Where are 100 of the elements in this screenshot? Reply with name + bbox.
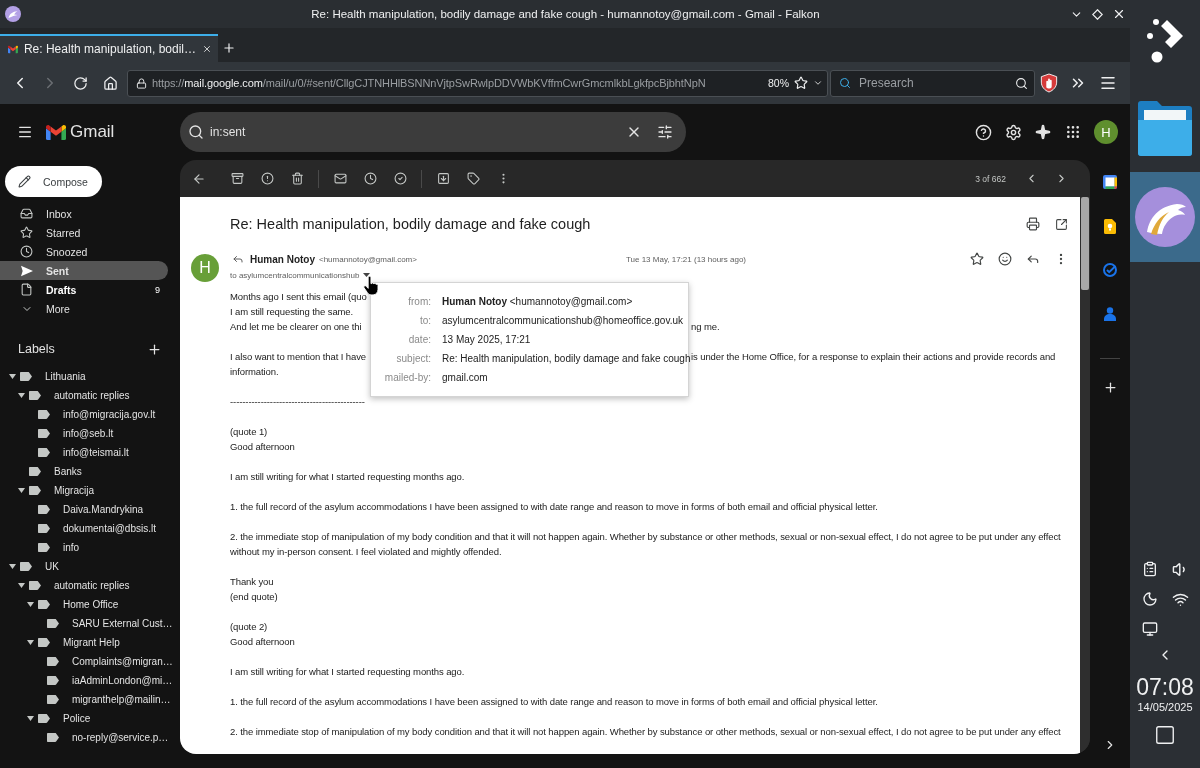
plus-icon[interactable]	[147, 341, 162, 357]
shield-icon[interactable]	[1040, 73, 1058, 93]
box-arrow-down-icon[interactable]	[436, 172, 450, 185]
plus-icon[interactable]	[1102, 379, 1118, 395]
clock-icon[interactable]	[363, 172, 377, 185]
sidebar-label[interactable]: info	[38, 538, 80, 557]
address-field[interactable]: https://mail.google.com/mail/u/0/#sent/CllgCJTNHHlBSNNnVjtpSwRwlpDDVWbKVffmCwrGmcmlkbLgkfpcBjbhtNpN 80%	[127, 69, 828, 97]
plus-icon[interactable]	[222, 41, 236, 55]
account-avatar[interactable]: H	[1094, 120, 1118, 144]
apps-grid-icon[interactable]	[1065, 124, 1081, 140]
trash-icon[interactable]	[290, 172, 304, 185]
label-icon	[47, 695, 59, 704]
label-icon	[20, 372, 32, 381]
menu-icon[interactable]	[17, 124, 33, 140]
sidebar-label[interactable]: Lithuania	[20, 367, 86, 386]
taskbar-task[interactable]	[1130, 172, 1200, 262]
search-input[interactable]: in:sent	[210, 125, 611, 139]
expand-arrow-icon[interactable]	[18, 488, 25, 493]
expand-arrow-icon[interactable]	[18, 583, 25, 588]
label-icon	[29, 467, 41, 476]
detail-label: date:	[407, 333, 431, 347]
expand-arrow-icon[interactable]	[9, 374, 16, 379]
sidebar-label[interactable]: SARU External Cust…	[47, 614, 173, 633]
sidebar-label[interactable]: Home Office	[38, 595, 119, 614]
menu-icon[interactable]	[1099, 74, 1117, 92]
clipboard-icon[interactable]	[1142, 561, 1158, 577]
person-icon[interactable]	[1104, 307, 1116, 321]
label-icon	[47, 657, 59, 666]
label-icon	[29, 486, 41, 495]
sidebar-label[interactable]: migranthelp@mailin…	[47, 690, 171, 709]
lightbulb-note-icon[interactable]	[1104, 218, 1116, 234]
label-icon[interactable]	[466, 172, 480, 185]
launcher-icon[interactable]	[1145, 16, 1185, 64]
moon-icon[interactable]	[1142, 591, 1158, 607]
sidebar-label[interactable]: automatic replies	[29, 386, 130, 405]
sidebar-label[interactable]: Migrant Help	[38, 633, 120, 652]
search-field[interactable]: in:sent	[180, 112, 686, 152]
search-icon[interactable]	[188, 124, 204, 140]
sparkle-icon[interactable]	[1035, 124, 1051, 140]
label-icon	[29, 581, 41, 590]
smiley-icon[interactable]	[998, 252, 1012, 266]
search-field[interactable]: Presearch	[830, 69, 1035, 97]
check-circle-icon[interactable]	[1103, 263, 1117, 277]
sidebar-nav-item[interactable]: Sent	[0, 261, 168, 280]
close-icon[interactable]	[1112, 7, 1126, 21]
sidebar-label[interactable]: Migracija	[29, 481, 94, 500]
help-icon[interactable]	[974, 123, 992, 141]
sidebar-nav-item[interactable]: Drafts 9	[0, 280, 168, 299]
labels-heading: Labels	[18, 342, 55, 356]
check-circle-icon[interactable]	[393, 172, 407, 185]
email-body-text: I am still requesting the same.	[230, 305, 354, 319]
sidebar-nav-item[interactable]: More	[0, 299, 168, 318]
expand-arrow-icon[interactable]	[27, 716, 34, 721]
sidebar-label[interactable]: no-reply@service.p…	[47, 728, 169, 747]
sidebar-nav-item[interactable]: Starred	[0, 223, 168, 242]
sidebar-label[interactable]: dokumentai@dbsis.lt	[38, 519, 156, 538]
chevron-down-icon[interactable]	[813, 78, 823, 88]
reload-icon[interactable]	[72, 75, 88, 91]
sidebar-label[interactable]: UK	[20, 557, 59, 576]
close-icon[interactable]	[202, 43, 212, 55]
calendar-icon[interactable]	[1103, 175, 1117, 189]
sidebar-label[interactable]: Complaints@migran…	[47, 652, 173, 671]
sidebar-label[interactable]: info@migracija.gov.lt	[38, 405, 156, 424]
pencil-icon	[18, 175, 31, 188]
browser-tab[interactable]: Re: Health manipulation, bodil…	[0, 34, 218, 62]
expand-arrow-icon[interactable]	[9, 564, 16, 569]
sidebar-label[interactable]: Banks	[29, 462, 82, 481]
sidebar-label[interactable]: iaAdminLondon@mi…	[47, 671, 173, 690]
expand-arrow-icon[interactable]	[27, 640, 34, 645]
sidebar-label[interactable]: info@seb.lt	[38, 424, 114, 443]
search-input[interactable]: Presearch	[859, 76, 1007, 90]
alert-icon[interactable]	[260, 172, 274, 185]
star-icon[interactable]	[970, 252, 984, 266]
sidebar-nav-item[interactable]: Inbox	[0, 204, 168, 223]
mail-icon[interactable]	[333, 172, 347, 185]
search-icon[interactable]	[1015, 76, 1028, 90]
diamond-icon[interactable]	[1092, 8, 1103, 20]
display-icon[interactable]	[1142, 621, 1158, 637]
sidebar-label[interactable]: Daiva.Mandrykina	[38, 500, 144, 519]
archive-icon[interactable]	[230, 172, 244, 185]
home-icon[interactable]	[102, 75, 118, 91]
external-link-icon[interactable]	[1054, 217, 1068, 231]
reply-icon[interactable]	[1026, 252, 1040, 266]
sidebar-label[interactable]: automatic replies	[29, 576, 130, 595]
show-desktop-icon[interactable]	[1154, 724, 1176, 746]
email-body-text: I am still writing for what I started requesting months ago.	[230, 665, 465, 679]
sidebar-label[interactable]: info@teismai.lt	[38, 443, 129, 462]
email-body-text: information.	[230, 365, 279, 379]
settings-icon[interactable]	[1004, 123, 1022, 141]
sidebar-label[interactable]: Police	[38, 709, 91, 728]
clock-icon	[20, 245, 33, 258]
print-icon[interactable]	[1026, 217, 1040, 231]
expand-arrow-icon[interactable]	[18, 393, 25, 398]
sidebar-nav-item[interactable]: Snoozed	[0, 242, 168, 261]
expand-arrow-icon[interactable]	[27, 602, 34, 607]
email-date: Tue 13 May, 17:21 (13 hours ago)	[625, 254, 746, 264]
filter-sliders-icon[interactable]	[657, 124, 673, 140]
detail-value: Human Notoy <humannotoy@gmail.com>	[442, 295, 633, 309]
compose-button[interactable]: Compose	[5, 166, 102, 197]
scrollbar-thumb[interactable]	[1081, 197, 1089, 290]
